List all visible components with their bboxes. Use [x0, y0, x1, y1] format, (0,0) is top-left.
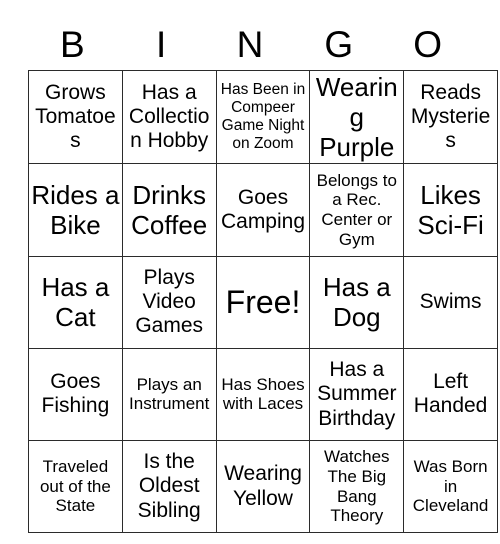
bingo-cell-label: Swims: [419, 290, 482, 314]
bingo-cell-o5[interactable]: Was Born in Cleveland: [403, 440, 498, 534]
bingo-cell-o3[interactable]: Swims: [403, 255, 498, 349]
bingo-cell-free[interactable]: Free!: [215, 255, 311, 349]
bingo-cell-label: Wearing Yellow: [224, 462, 302, 510]
header-letter-i: I: [156, 23, 167, 65]
bingo-free-label: Free!: [225, 283, 301, 320]
bingo-cell-label: Has Shoes with Laces: [221, 374, 305, 414]
bingo-cell-label: Has a Summer Birthday: [317, 357, 397, 430]
bingo-cell-label: Goes Camping: [220, 185, 306, 234]
bingo-row: Rides a Bike Drinks Coffee Goes Camping …: [28, 163, 498, 257]
bingo-cell-label: Belongs to a Rec. Center or Gym: [316, 170, 397, 249]
bingo-cell-g1[interactable]: Wearing Purple: [309, 69, 405, 165]
bingo-cell-label: Rides a Bike: [31, 179, 120, 241]
bingo-cell-b1[interactable]: Grows Tomatoes: [28, 69, 123, 165]
header-letter-n: N: [236, 23, 264, 65]
bingo-grid: Grows Tomatoes Has a Collection Hobby Ha…: [28, 69, 498, 534]
bingo-cell-b5[interactable]: Traveled out of the State: [28, 440, 123, 534]
header-letter-b: B: [60, 23, 85, 65]
bingo-cell-label: Drinks Coffee: [131, 179, 208, 241]
bingo-cell-label: Has Been in Compeer Game Night on Zoom: [220, 81, 306, 153]
bingo-cell-label: Traveled out of the State: [39, 457, 111, 516]
bingo-row: Grows Tomatoes Has a Collection Hobby Ha…: [28, 69, 498, 165]
bingo-cell-o2[interactable]: Likes Sci-Fi: [403, 163, 498, 257]
header-letter-o: O: [413, 23, 442, 65]
bingo-row: Has a Cat Plays Video Games Free! Has a …: [28, 255, 498, 349]
bingo-cell-n4[interactable]: Has Shoes with Laces: [215, 347, 311, 442]
bingo-cell-g3[interactable]: Has a Dog: [309, 255, 405, 349]
bingo-cell-label: Has a Collection Hobby: [128, 80, 210, 153]
bingo-cell-o4[interactable]: Left Handed: [403, 347, 498, 442]
bingo-cell-n5[interactable]: Wearing Yellow: [215, 440, 311, 534]
bingo-cell-label: Left Handed: [413, 370, 488, 418]
bingo-cell-label: Reads Mysteries: [410, 80, 491, 153]
bingo-cell-g2[interactable]: Belongs to a Rec. Center or Gym: [309, 163, 405, 257]
header-letter-g: G: [324, 23, 354, 65]
bingo-row: Traveled out of the State Is the Oldest …: [28, 440, 498, 534]
bingo-cell-i1[interactable]: Has a Collection Hobby: [121, 69, 217, 165]
bingo-card: B I N G O Grows Tomatoes Has a Collectio…: [28, 18, 498, 534]
bingo-cell-label: Plays an Instrument: [129, 374, 210, 414]
bingo-cell-label: Watches The Big Bang Theory: [324, 447, 390, 526]
bingo-cell-b4[interactable]: Goes Fishing: [28, 347, 123, 442]
bingo-row: Goes Fishing Plays an Instrument Has Sho…: [28, 347, 498, 442]
bingo-cell-label: Grows Tomatoes: [35, 80, 116, 153]
bingo-cell-g5[interactable]: Watches The Big Bang Theory: [309, 440, 405, 534]
bingo-cell-i2[interactable]: Drinks Coffee: [121, 163, 217, 257]
bingo-cell-b2[interactable]: Rides a Bike: [28, 163, 123, 257]
bingo-cell-o1[interactable]: Reads Mysteries: [403, 69, 498, 165]
bingo-cell-label: Is the Oldest Sibling: [137, 450, 201, 522]
bingo-cell-label: Plays Video Games: [135, 265, 204, 338]
bingo-cell-n1[interactable]: Has Been in Compeer Game Night on Zoom: [215, 69, 311, 165]
bingo-cell-i5[interactable]: Is the Oldest Sibling: [121, 440, 217, 534]
bingo-cell-label: Has a Cat: [41, 272, 110, 333]
bingo-cell-label: Likes Sci-Fi: [417, 179, 484, 241]
bingo-cell-i4[interactable]: Plays an Instrument: [121, 347, 217, 442]
bingo-cell-label: Goes Fishing: [41, 370, 110, 418]
bingo-cell-i3[interactable]: Plays Video Games: [121, 255, 217, 349]
bingo-cell-g4[interactable]: Has a Summer Birthday: [309, 347, 405, 442]
bingo-cell-label: Has a Dog: [322, 272, 391, 333]
bingo-cell-label: Was Born in Cleveland: [412, 457, 489, 516]
bingo-header: B I N G O: [28, 18, 472, 70]
bingo-cell-b3[interactable]: Has a Cat: [28, 255, 123, 349]
bingo-cell-label: Wearing Purple: [315, 72, 398, 163]
bingo-cell-n2[interactable]: Goes Camping: [215, 163, 311, 257]
